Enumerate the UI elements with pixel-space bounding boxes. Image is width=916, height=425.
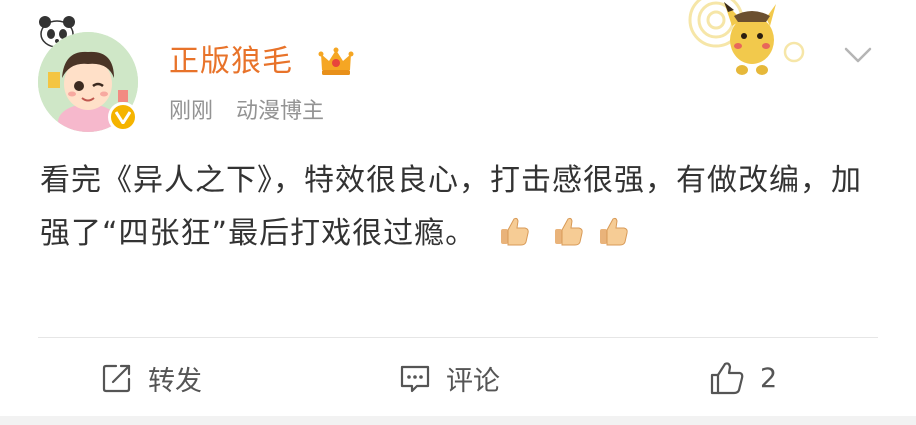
like-count: 2: [760, 362, 778, 394]
post-meta: 刚刚 动漫博主: [169, 97, 324, 127]
post-text: 看完《异人之下》，特效很良心，打击感很强，有做改编，加强了“四张狂”最后打戏很过…: [40, 154, 880, 260]
author-name[interactable]: 正版狼毛: [169, 40, 293, 84]
pikachu-card-decoration-icon: [688, 0, 805, 75]
weibo-post-card: 正版狼毛 刚刚 动漫博主 看完《异人之下》，特效很良心，打击感很强，有做改编，加…: [0, 0, 916, 425]
like-button[interactable]: 2: [708, 352, 777, 404]
post-time: 刚刚: [169, 99, 214, 124]
divider: [38, 337, 878, 338]
author-avatar-area[interactable]: [38, 16, 142, 134]
comment-label: 评论: [446, 365, 500, 397]
card-bottom-separator: [0, 416, 916, 425]
comment-button[interactable]: 评论: [398, 352, 500, 404]
thumbs-up-icon: [599, 217, 628, 246]
thumbs-up-icon: [500, 217, 529, 246]
verified-v-icon: [108, 102, 138, 132]
post-text-body: 看完《异人之下》，特效很良心，打击感很强，有做改编，加强了“四张狂”最后打戏很过…: [40, 163, 862, 251]
comment-icon: [400, 365, 430, 393]
chevron-down-icon[interactable]: [840, 40, 876, 70]
repost-label: 转发: [148, 365, 202, 397]
repost-icon: [102, 364, 131, 393]
like-thumb-icon: [710, 362, 744, 395]
crown-icon: [318, 47, 354, 75]
thumbs-up-icon: [555, 217, 583, 246]
repost-button[interactable]: 转发: [100, 352, 202, 404]
author-role: 动漫博主: [236, 99, 325, 124]
